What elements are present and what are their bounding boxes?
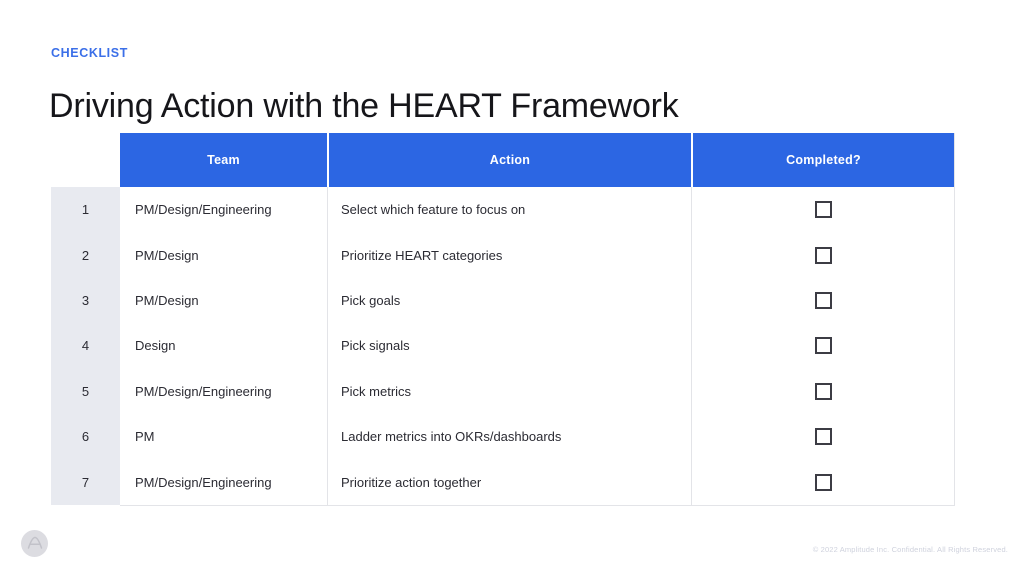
cell-completed — [691, 459, 954, 505]
table-body: PM/Design/Engineering Select which featu… — [120, 187, 954, 505]
table-row: PM/Design/Engineering Prioritize action … — [120, 459, 954, 505]
row-index: 7 — [81, 474, 90, 490]
cell-action: Pick goals — [327, 277, 691, 324]
completed-checkbox[interactable] — [814, 473, 832, 491]
table-row: PM/Design Pick goals — [120, 277, 954, 324]
table-row: PM/Design/Engineering Pick metrics — [120, 368, 954, 415]
table-grid: Team Action Completed? PM/Design/Enginee… — [120, 133, 955, 506]
row-index: 4 — [81, 338, 90, 354]
amplitude-logo-icon — [21, 530, 48, 557]
row-index: 6 — [81, 429, 90, 445]
completed-checkbox[interactable] — [814, 246, 832, 264]
cell-completed — [691, 277, 954, 324]
table-row: Design Pick signals — [120, 323, 954, 369]
table-header-row: Team Action Completed? — [120, 133, 954, 187]
cell-action: Select which feature to focus on — [327, 187, 691, 233]
row-index: 1 — [81, 202, 90, 218]
cell-completed — [691, 232, 954, 278]
table-row: PM/Design/Engineering Select which featu… — [120, 187, 954, 233]
column-header-completed: Completed? — [691, 133, 954, 187]
cell-action: Ladder metrics into OKRs/dashboards — [327, 414, 691, 460]
cell-team: PM/Design/Engineering — [135, 202, 272, 218]
row-index-column: 1 2 3 4 5 6 7 — [51, 187, 120, 505]
eyebrow-label: CHECKLIST — [51, 46, 128, 60]
cell-completed — [691, 187, 954, 233]
table-row: PM Ladder metrics into OKRs/dashboards — [120, 414, 954, 460]
cell-action: Prioritize HEART categories — [327, 232, 691, 278]
cell-team: PM/Design — [135, 293, 199, 309]
completed-checkbox[interactable] — [814, 292, 832, 310]
cell-team: Design — [135, 338, 176, 354]
column-header-action: Action — [327, 133, 691, 187]
cell-action: Pick signals — [327, 323, 691, 369]
row-index: 5 — [81, 383, 90, 399]
cell-completed — [691, 368, 954, 415]
copyright-note: © 2022 Amplitude Inc. Confidential. All … — [812, 545, 1008, 554]
completed-checkbox[interactable] — [814, 337, 832, 355]
checklist-table: 1 2 3 4 5 6 7 Team Action Completed? PM/… — [51, 133, 955, 506]
row-index: 2 — [81, 247, 90, 263]
cell-completed — [691, 414, 954, 460]
table-row: PM/Design Prioritize HEART categories — [120, 232, 954, 278]
row-index: 3 — [81, 293, 90, 309]
column-header-team: Team — [207, 153, 240, 167]
cell-team: PM/Design/Engineering — [135, 474, 272, 490]
completed-checkbox[interactable] — [814, 382, 832, 400]
cell-action: Prioritize action together — [327, 459, 691, 505]
completed-checkbox[interactable] — [814, 201, 832, 219]
cell-team: PM — [135, 429, 155, 445]
cell-team: PM/Design/Engineering — [135, 383, 272, 399]
page-title: Driving Action with the HEART Framework — [49, 86, 679, 125]
cell-team: PM/Design — [135, 247, 199, 263]
cell-action: Pick metrics — [327, 368, 691, 415]
cell-completed — [691, 323, 954, 369]
completed-checkbox[interactable] — [814, 428, 832, 446]
